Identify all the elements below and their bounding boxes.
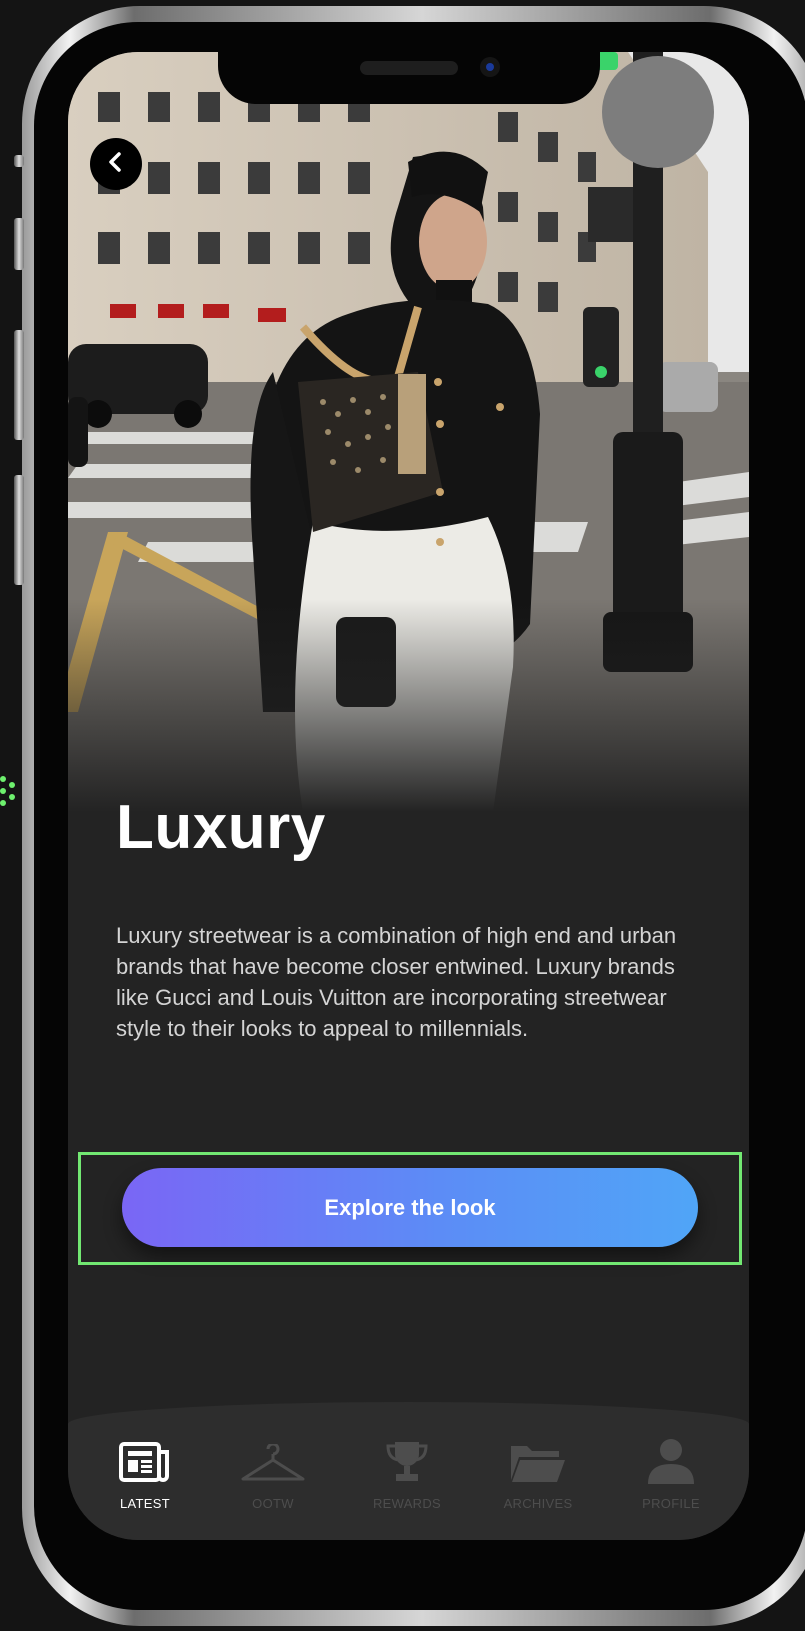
front-camera <box>480 57 500 77</box>
tab-label: REWARDS <box>372 1496 442 1511</box>
volume-up-button <box>14 330 24 440</box>
side-button <box>14 155 24 167</box>
trophy-icon <box>352 1432 462 1484</box>
tab-profile[interactable]: PROFILE <box>616 1432 726 1511</box>
app-screen: Luxury Luxury streetwear is a combinatio… <box>68 52 749 1540</box>
tab-label: OOTW <box>252 1496 294 1511</box>
earpiece-speaker <box>360 61 458 75</box>
article-description: Luxury streetwear is a combination of hi… <box>116 923 677 1041</box>
mute-switch <box>14 218 24 270</box>
tab-archives[interactable]: ARCHIVES <box>483 1432 593 1511</box>
tab-ootw[interactable]: OOTW <box>218 1432 328 1511</box>
cta-highlight-box <box>78 1152 742 1265</box>
back-button[interactable] <box>90 138 142 190</box>
newspaper-icon <box>90 1432 200 1484</box>
tab-latest[interactable]: LATEST <box>90 1432 200 1511</box>
bottom-tab-bar: LATEST OOTW REWARDS ARCHIVES PROFILE <box>68 1402 749 1540</box>
folder-icon <box>483 1432 593 1484</box>
hero-photo <box>68 52 749 812</box>
phone-notch <box>218 52 600 104</box>
person-icon <box>616 1432 726 1484</box>
tab-label: LATEST <box>120 1496 170 1511</box>
tab-label: PROFILE <box>642 1496 700 1511</box>
volume-down-button <box>14 475 24 585</box>
article-title: Luxury <box>116 793 326 862</box>
tab-rewards[interactable]: REWARDS <box>352 1432 462 1511</box>
chevron-left-icon <box>105 151 127 177</box>
tab-label: ARCHIVES <box>503 1496 573 1511</box>
hanger-icon <box>218 1432 328 1484</box>
